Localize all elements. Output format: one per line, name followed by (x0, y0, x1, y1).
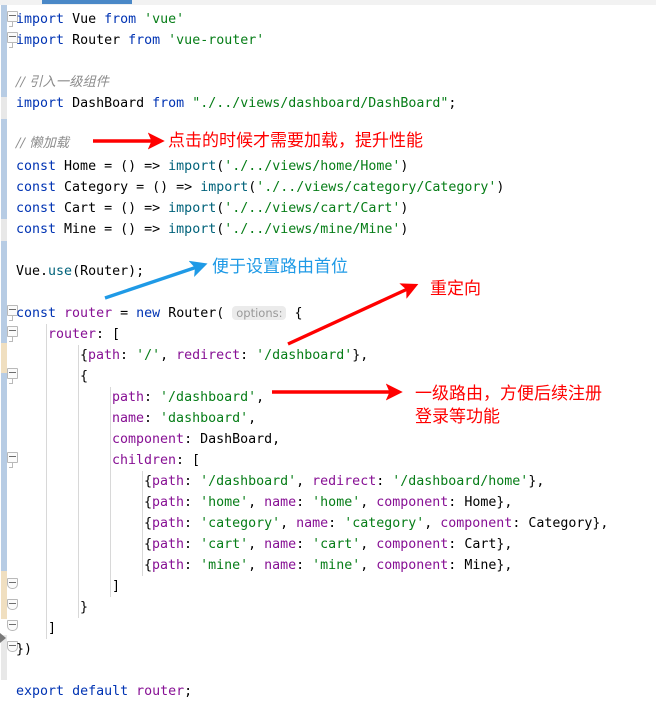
code-line: export default router; (16, 684, 193, 699)
code-line: import Router from 'vue-router' (16, 33, 265, 48)
annotation-label-line: 登录等功能 (415, 406, 500, 427)
code-line: {path: 'cart', name: 'cart', component: … (144, 537, 513, 552)
code-line: {path: 'category', name: 'category', com… (144, 516, 609, 531)
code-line: router: [ (48, 327, 121, 342)
indent-guide (110, 387, 111, 597)
annotation-label: 重定向 (430, 279, 481, 299)
annotation-label: 一级路由，方便后续注册 登录等功能 (415, 383, 602, 429)
annotation-label: 点击的时候才需要加载，提升性能 (168, 131, 423, 151)
code-line: component: DashBoard, (112, 432, 281, 447)
active-tab-underline (42, 0, 132, 4)
code-line: const Mine = () => import('./../views/mi… (16, 222, 409, 237)
code-line: const Home = () => import('./../views/ho… (16, 159, 409, 174)
code-line: {path: '/dashboard', redirect: '/dashboa… (144, 474, 545, 489)
code-line: Vue.use(Router); (16, 264, 145, 279)
indent-guide (142, 471, 143, 576)
code-line: } (80, 600, 89, 615)
annotation-label: 便于设置路由首位 (212, 257, 348, 277)
code-line: import DashBoard from "./../views/dashbo… (16, 96, 457, 111)
indent-guide (78, 345, 79, 618)
code-line: import Vue from 'vue' (16, 12, 185, 27)
code-line: const Cart = () => import('./../views/ca… (16, 201, 409, 216)
annotation-label-line: 一级路由，方便后续注册 (415, 384, 602, 404)
code-line: children: [ (112, 453, 201, 468)
code-line: const router = new Router( options: { (16, 306, 303, 321)
code-line: {path: 'mine', name: 'mine', component: … (144, 558, 513, 573)
code-line: {path: 'home', name: 'home', component: … (144, 495, 513, 510)
code-line: path: '/dashboard', (112, 390, 265, 405)
code-line: ] (112, 579, 121, 594)
code-text-area[interactable]: import Vue from 'vue' import Router from … (0, 5, 656, 712)
code-line: const Category = () => import('./../view… (16, 180, 505, 195)
code-line: // 引入一级组件 (16, 75, 109, 90)
code-line: {path: '/', redirect: '/dashboard'}, (80, 348, 369, 363)
code-line: name: 'dashboard', (112, 411, 257, 426)
code-line: ] (48, 621, 57, 636)
code-line: // 懒加载 (16, 136, 70, 151)
code-editor[interactable]: import Vue from 'vue' import Router from … (0, 5, 656, 712)
code-line: }) (16, 642, 33, 657)
indent-guide (46, 324, 47, 639)
code-line: { (80, 369, 89, 384)
